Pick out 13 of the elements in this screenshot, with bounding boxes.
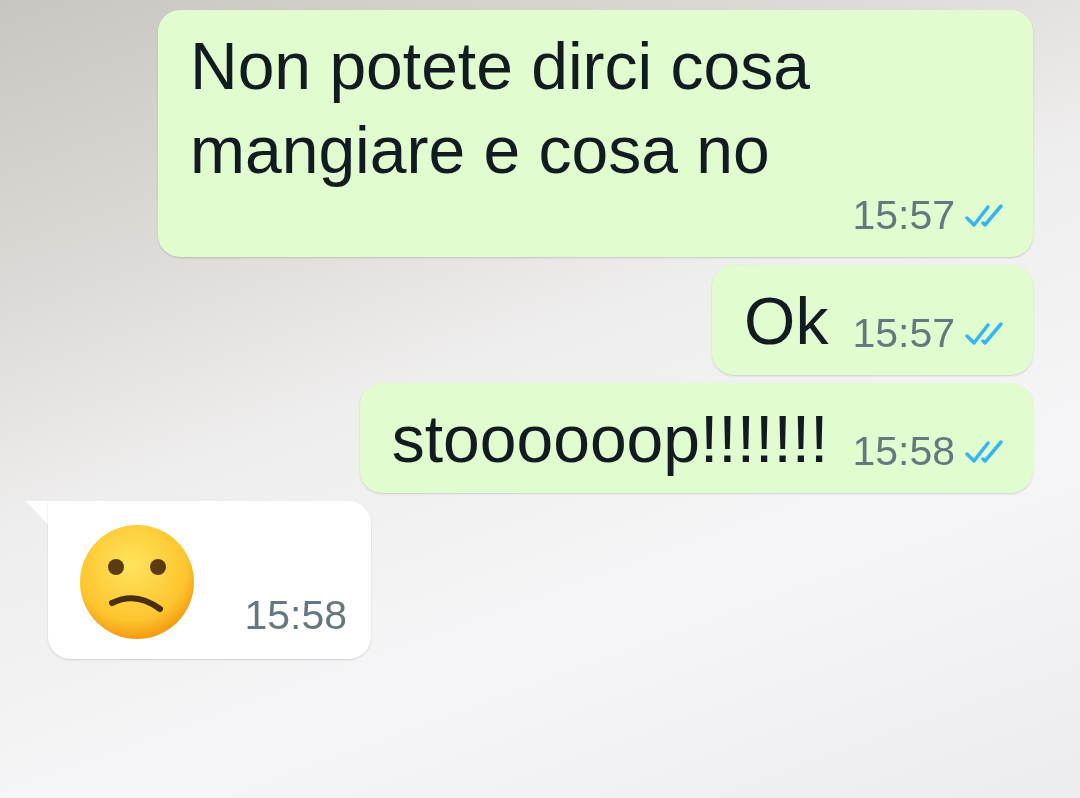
message-bubble[interactable]: stoooooop!!!!!!! 15:58: [359, 383, 1033, 493]
message-text: stoooooop!!!!!!!: [391, 401, 829, 478]
bubble-tail: [26, 501, 48, 525]
message-bubble[interactable]: Ok 15:57: [712, 265, 1033, 375]
message-time: 15:57: [852, 192, 955, 239]
message-bubble[interactable]: 15:58: [48, 501, 371, 659]
message-time: 15:57: [852, 310, 955, 357]
confused-face-icon: [78, 523, 196, 641]
message-time: 15:58: [244, 592, 347, 639]
message-bubble[interactable]: Non potete dirci cosa mangiare e cosa no 15:57: [158, 10, 1033, 257]
message-text: Non potete dirci cosa mangiare e cosa no: [190, 28, 811, 189]
message-text: Ok: [744, 283, 829, 360]
message-time: 15:58: [852, 428, 955, 475]
